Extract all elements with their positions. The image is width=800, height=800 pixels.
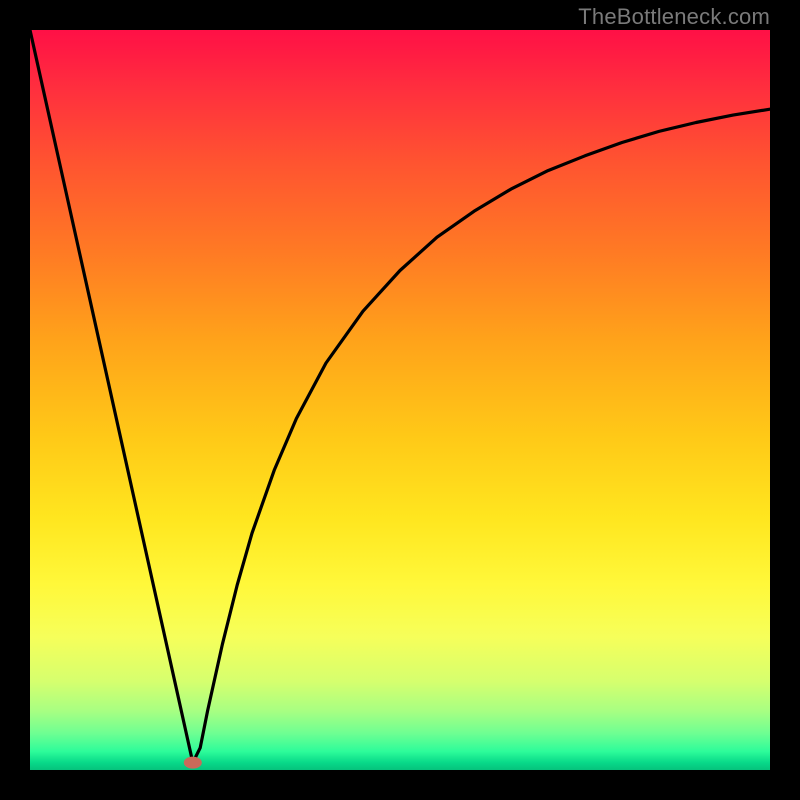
plot-area xyxy=(30,30,770,770)
bottleneck-curve xyxy=(30,30,770,763)
min-marker xyxy=(184,757,202,769)
chart-frame: TheBottleneck.com xyxy=(0,0,800,800)
watermark-text: TheBottleneck.com xyxy=(578,4,770,30)
curve-layer xyxy=(30,30,770,770)
